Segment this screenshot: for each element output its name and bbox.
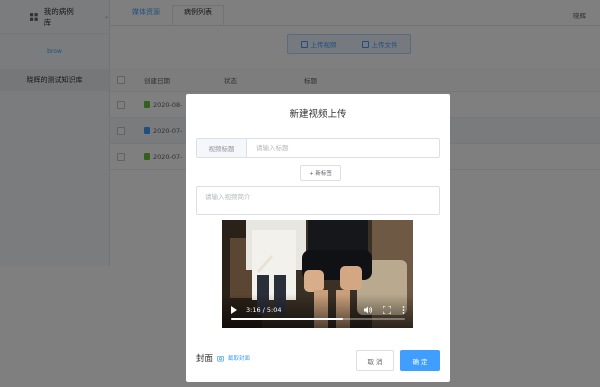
confirm-button[interactable]: 确 定 — [400, 350, 440, 371]
video-progress-bar[interactable] — [231, 318, 405, 320]
screenshot-icon[interactable] — [217, 355, 224, 362]
cover-row: 封面 截取封面 — [196, 352, 250, 364]
new-video-upload-dialog: 新建视频上传 视频标题 + 新标签 3:16 — [186, 94, 450, 382]
video-title-label: 视频标题 — [197, 139, 247, 157]
video-progress-fill — [231, 318, 344, 320]
video-controls: 3:16 / 5:04 — [222, 294, 413, 328]
volume-icon[interactable] — [364, 306, 372, 314]
cover-label: 封面 — [196, 354, 214, 364]
dialog-title: 新建视频上传 — [289, 109, 347, 120]
video-control-row: 3:16 / 5:04 — [231, 306, 405, 314]
cancel-button[interactable]: 取 消 — [356, 350, 394, 371]
more-options-icon[interactable] — [402, 306, 405, 314]
fullscreen-icon[interactable] — [383, 306, 391, 314]
video-title-field: 视频标题 — [196, 138, 440, 158]
capture-cover-link[interactable]: 截取封面 — [228, 354, 250, 362]
video-description-input[interactable] — [196, 186, 440, 215]
video-player[interactable]: 3:16 / 5:04 — [222, 220, 413, 328]
play-icon[interactable] — [231, 306, 237, 314]
video-title-input[interactable] — [247, 139, 439, 157]
add-tag-button[interactable]: + 新标签 — [300, 165, 341, 181]
video-time: 3:16 / 5:04 — [246, 306, 282, 314]
